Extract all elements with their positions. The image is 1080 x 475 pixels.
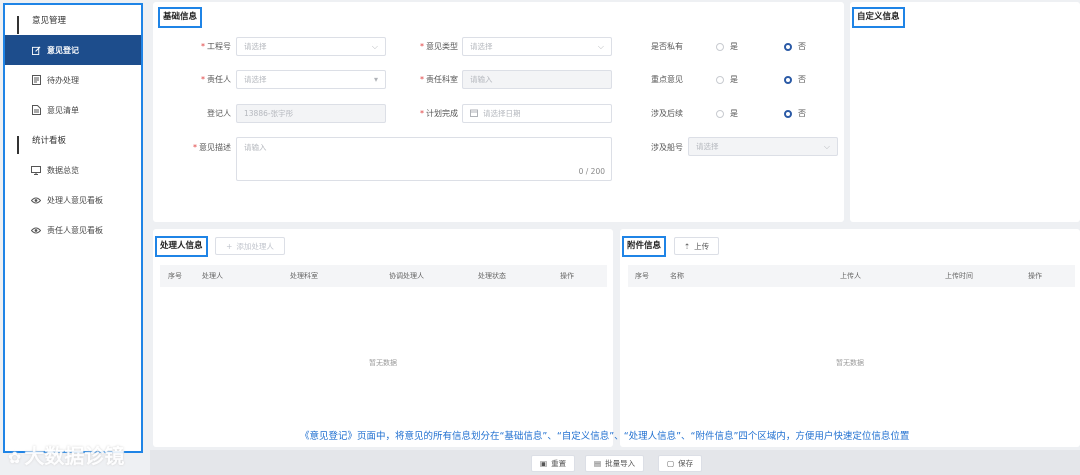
- owner-select[interactable]: 请选择 ▾: [236, 70, 386, 89]
- sidebar-item-opinion-list[interactable]: 意见清单: [5, 95, 141, 125]
- subsequent-radio-yes[interactable]: 是: [716, 108, 738, 119]
- column-header: 操作: [1028, 272, 1042, 280]
- plus-icon: +: [226, 241, 233, 251]
- key-radio-no[interactable]: 否: [784, 74, 806, 85]
- subsequent-label: 涉及后续: [651, 109, 683, 118]
- sidebar-item-label: 处理人意见看板: [47, 195, 103, 205]
- column-header: 名称: [670, 272, 684, 280]
- desc-textarea[interactable]: 请输入 0 / 200: [236, 137, 612, 181]
- grid-icon: [17, 15, 26, 34]
- type-label: * 意见类型: [420, 42, 458, 51]
- plan-date-picker[interactable]: 请选择日期: [462, 104, 612, 123]
- sidebar-item-label: 意见登记: [47, 45, 79, 55]
- column-header: 上传人: [840, 272, 861, 280]
- column-header: 处理科室: [290, 272, 318, 280]
- custom-info-card: 自定义信息: [850, 2, 1080, 222]
- column-header: 上传时间: [945, 272, 973, 280]
- type-select[interactable]: 请选择 ⌵: [462, 37, 612, 56]
- batch-import-button[interactable]: ▤ 批量导入: [585, 455, 645, 472]
- key-radio-yes[interactable]: 是: [716, 74, 738, 85]
- sidebar-item-label: 意见清单: [47, 105, 79, 115]
- attachment-empty-text: 暂无数据: [836, 359, 864, 367]
- upload-icon: ⇡: [683, 241, 691, 251]
- upload-button[interactable]: ⇡ 上传: [674, 237, 719, 255]
- column-header: 处理人: [202, 272, 223, 280]
- import-icon: ▤: [594, 459, 602, 468]
- sidebar-group-statistics[interactable]: 统计看板: [5, 125, 141, 155]
- sidebar: 意见管理 意见登记 待办处理 意见清单 统计看板 数据总览 处理人意见看板 责任…: [3, 3, 143, 453]
- add-handler-button[interactable]: + 添加处理人: [215, 237, 285, 255]
- project-select[interactable]: 请选择 ⌵: [236, 37, 386, 56]
- sidebar-item-owner-board[interactable]: 责任人意见看板: [5, 215, 141, 245]
- basic-info-card: 基础信息 * 工程号 请选择 ⌵ * 意见类型 请选择 ⌵ 是否私有 是 否 * 责任人 …: [153, 2, 844, 222]
- project-label: * 工程号: [201, 42, 231, 51]
- sidebar-item-todo[interactable]: 待办处理: [5, 65, 141, 95]
- handler-info-title: 处理人信息: [155, 236, 208, 257]
- sidebar-group-label: 统计看板: [32, 136, 67, 146]
- column-header: 序号: [635, 272, 649, 280]
- custom-info-title: 自定义信息: [852, 7, 905, 28]
- char-counter: 0 / 200: [578, 167, 605, 176]
- sidebar-group-opinion-management[interactable]: 意见管理: [5, 5, 141, 35]
- desc-label: * 意见描述: [193, 143, 231, 152]
- handler-info-card: 处理人信息 + 添加处理人 序号 处理人 处理科室 协调处理人 处理状态 操作 暂…: [153, 229, 613, 447]
- sidebar-item-label: 待办处理: [47, 75, 79, 85]
- key-label: 重点意见: [651, 75, 683, 84]
- footer-bar: ▣ 重置 ▤ 批量导入 ▢ 保存: [150, 450, 1080, 475]
- registrant-label: 登记人: [207, 109, 231, 118]
- grid-icon: [17, 135, 26, 154]
- monitor-icon: [31, 165, 41, 175]
- save-button[interactable]: ▢ 保存: [658, 455, 703, 472]
- private-label: 是否私有: [651, 42, 683, 51]
- dept-label: * 责任科室: [420, 75, 458, 84]
- chevron-down-icon: ⌵: [371, 42, 378, 51]
- subsequent-radio-no[interactable]: 否: [784, 108, 806, 119]
- attachment-info-title: 附件信息: [622, 236, 667, 257]
- ship-label: 涉及船号: [651, 143, 683, 152]
- registrant-input: 13886-张宇彤: [236, 104, 386, 123]
- sidebar-item-label: 责任人意见看板: [47, 225, 103, 235]
- annotation-caption: 《意见登记》页面中，将意见的所有信息划分在“基础信息”、“自定义信息”、“处理人…: [300, 431, 910, 442]
- ship-select[interactable]: 请选择 ⌵: [688, 137, 838, 156]
- column-header: 序号: [168, 272, 182, 280]
- watermark: ✿ 大数据诊镜: [8, 444, 125, 468]
- sidebar-item-label: 数据总览: [47, 165, 79, 175]
- dept-input[interactable]: 请输入: [462, 70, 612, 89]
- chevron-down-icon: ⌵: [823, 142, 830, 151]
- calendar-icon: [470, 106, 478, 123]
- basic-info-title: 基础信息: [158, 7, 203, 28]
- wechat-logo-icon: ✿: [8, 448, 22, 467]
- private-radio-yes[interactable]: 是: [716, 41, 738, 52]
- save-icon: ▢: [667, 459, 675, 468]
- sidebar-group-label: 意见管理: [32, 16, 67, 26]
- owner-label: * 责任人: [201, 75, 231, 84]
- handler-empty-text: 暂无数据: [369, 359, 397, 367]
- document-icon: [31, 75, 41, 85]
- reset-icon: ▣: [540, 459, 548, 468]
- edit-icon: [31, 46, 41, 55]
- plan-label: * 计划完成: [420, 109, 458, 118]
- attachment-info-card: 附件信息 ⇡ 上传 序号 名称 上传人 上传时间 操作 暂无数据: [620, 229, 1080, 447]
- sidebar-item-opinion-register[interactable]: 意见登记: [5, 35, 141, 65]
- column-header: 处理状态: [478, 272, 506, 280]
- sidebar-item-data-overview[interactable]: 数据总览: [5, 155, 141, 185]
- private-radio-no[interactable]: 否: [784, 41, 806, 52]
- eye-icon: [31, 227, 41, 234]
- handler-table-header: 序号 处理人 处理科室 协调处理人 处理状态 操作: [160, 265, 607, 287]
- chevron-down-icon: ⌵: [597, 42, 604, 51]
- file-icon: [31, 105, 41, 115]
- eye-icon: [31, 197, 41, 204]
- sidebar-item-handler-board[interactable]: 处理人意见看板: [5, 185, 141, 215]
- reset-button[interactable]: ▣ 重置: [531, 455, 576, 472]
- column-header: 协调处理人: [389, 272, 424, 280]
- caret-down-icon: ▾: [373, 75, 378, 84]
- column-header: 操作: [560, 272, 574, 280]
- attachment-table-header: 序号 名称 上传人 上传时间 操作: [628, 265, 1075, 287]
